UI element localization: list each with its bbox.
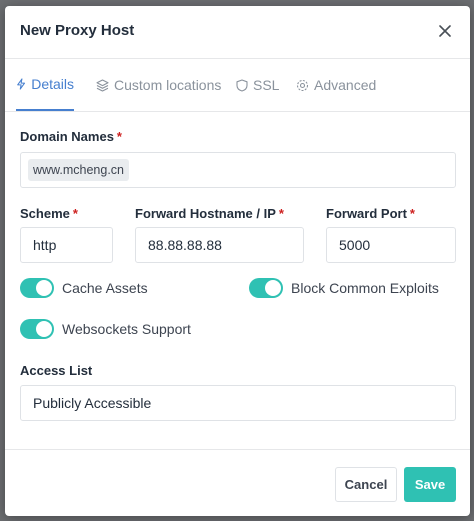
required-mark: * (116, 129, 122, 144)
modal-header: New Proxy Host (5, 6, 470, 59)
cache-assets-label: Cache Assets (62, 280, 148, 296)
forward-port-input[interactable]: 5000 (326, 227, 456, 263)
bolt-icon (17, 78, 26, 90)
domain-names-input[interactable]: www.mcheng.cn (20, 152, 456, 188)
block-exploits-toggle-row: Block Common Exploits (249, 278, 439, 298)
forward-hostname-input[interactable]: 88.88.88.88 (135, 227, 304, 263)
save-button[interactable]: Save (404, 467, 456, 502)
block-common-exploits-label: Block Common Exploits (291, 280, 439, 296)
scheme-label: Scheme * (20, 206, 78, 221)
required-mark: * (72, 206, 78, 221)
scheme-label-text: Scheme (20, 206, 70, 221)
layers-icon (96, 78, 109, 92)
tab-custom-locations[interactable]: Custom locations (96, 59, 221, 111)
forward-port-value: 5000 (339, 237, 371, 253)
forward-hostname-label-text: Forward Hostname / IP (135, 206, 276, 221)
tab-advanced[interactable]: Advanced (296, 59, 376, 111)
new-proxy-host-modal: New Proxy Host Details Custom locations (5, 6, 470, 516)
cancel-button[interactable]: Cancel (335, 467, 397, 502)
modal-footer: Cancel Save (5, 449, 470, 516)
close-button[interactable] (434, 20, 456, 42)
block-common-exploits-toggle[interactable] (249, 278, 283, 298)
tab-custom-locations-label: Custom locations (114, 77, 222, 93)
tab-ssl[interactable]: SSL (236, 59, 279, 111)
forward-port-label: Forward Port * (326, 206, 415, 221)
close-icon (439, 25, 451, 37)
shield-icon (236, 78, 248, 92)
toggle-knob (265, 280, 281, 296)
tab-advanced-label: Advanced (314, 77, 377, 93)
forward-hostname-value: 88.88.88.88 (148, 237, 222, 253)
forward-port-label-text: Forward Port (326, 206, 407, 221)
access-list-label: Access List (20, 363, 92, 378)
access-list-label-text: Access List (20, 363, 93, 378)
cache-assets-toggle-row: Cache Assets (20, 278, 148, 298)
domain-names-label: Domain Names * (20, 129, 122, 144)
scheme-input[interactable]: http (20, 227, 113, 263)
tab-details-label: Details (31, 76, 74, 92)
required-mark: * (409, 206, 415, 221)
access-list-select[interactable]: Publicly Accessible (20, 385, 456, 421)
cache-assets-toggle[interactable] (20, 278, 54, 298)
websockets-support-label: Websockets Support (62, 321, 191, 337)
websockets-toggle-row: Websockets Support (20, 319, 191, 339)
required-mark: * (278, 206, 284, 221)
modal-title: New Proxy Host (20, 22, 135, 39)
tab-details[interactable]: Details (16, 59, 74, 111)
gear-icon (296, 79, 309, 91)
access-list-value: Publicly Accessible (33, 395, 152, 411)
tab-ssl-label: SSL (253, 77, 280, 93)
toggle-knob (36, 280, 52, 296)
forward-hostname-label: Forward Hostname / IP * (135, 206, 284, 221)
domain-tag[interactable]: www.mcheng.cn (28, 159, 130, 181)
domain-names-label-text: Domain Names (20, 129, 114, 144)
websockets-support-toggle[interactable] (20, 319, 54, 339)
tab-bar: Details Custom locations SSL Advanced (5, 59, 470, 112)
toggle-knob (36, 321, 52, 337)
scheme-value: http (33, 237, 57, 253)
